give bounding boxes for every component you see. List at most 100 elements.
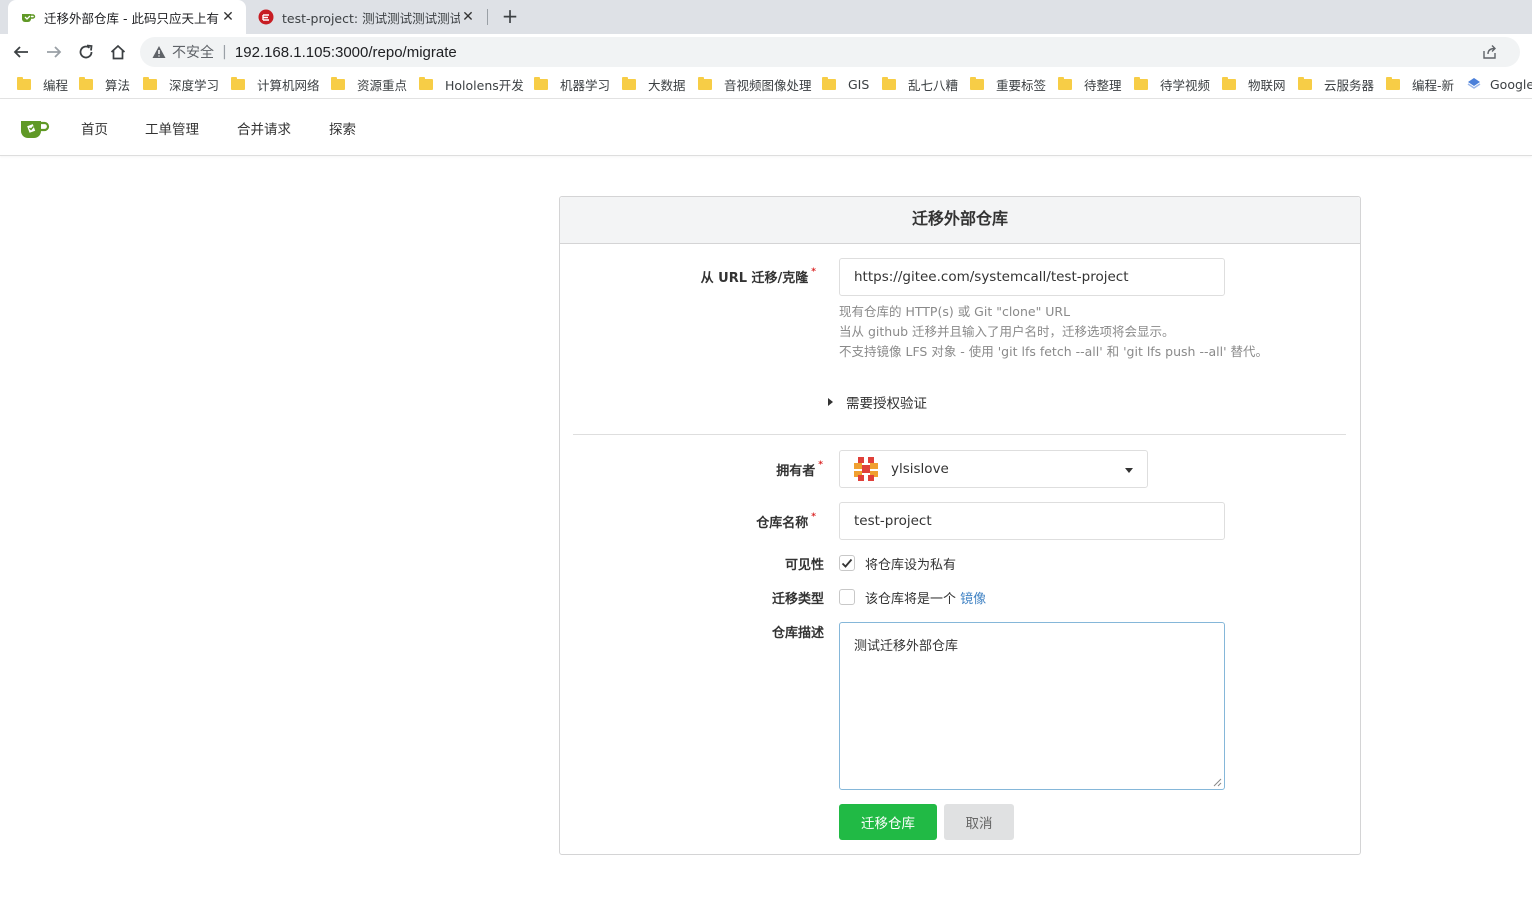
gitee-favicon-icon	[258, 9, 274, 25]
bookmark-item[interactable]: 云服务器	[1298, 75, 1374, 93]
back-button[interactable]	[10, 41, 32, 63]
bookmark-item[interactable]: 重要标签	[970, 75, 1046, 93]
bookmark-item[interactable]: 乱七八糟	[882, 75, 958, 93]
mirror-checkbox-label[interactable]: 该仓库将是一个 镜像	[865, 588, 986, 607]
owner-value: ylsislove	[891, 461, 949, 477]
bookmark-label: 大数据	[648, 77, 686, 93]
folder-icon	[231, 76, 245, 90]
dropdown-caret-icon	[1125, 468, 1133, 473]
arrow-left-icon	[13, 46, 28, 58]
close-tab-icon[interactable]: ✕	[220, 9, 236, 25]
clone-url-value: https://gitee.com/systemcall/test-projec…	[854, 269, 1129, 285]
bookmark-label: 待学视频	[1160, 77, 1211, 93]
caret-right-icon	[828, 398, 833, 406]
security-label[interactable]: 不安全	[172, 42, 214, 62]
bookmark-item[interactable]: Hololens开发	[419, 75, 524, 93]
bookmark-label: 算法	[105, 77, 131, 93]
url-text[interactable]: 192.168.1.105:3000/repo/migrate	[235, 44, 457, 61]
bookmark-item[interactable]: 编程	[17, 75, 68, 93]
owner-label: 拥有者 *	[593, 460, 823, 479]
bookmark-label: 计算机网络	[257, 77, 320, 93]
migrate-button[interactable]: 迁移仓库	[839, 804, 937, 840]
clone-url-input[interactable]: https://gitee.com/systemcall/test-projec…	[839, 258, 1225, 296]
app-navbar: 首页 工单管理 合并请求 探索	[0, 99, 1532, 156]
bookmark-item[interactable]: 大数据	[622, 75, 686, 93]
close-tab-icon[interactable]: ✕	[460, 9, 476, 25]
private-checkbox-label[interactable]: 将仓库设为私有	[865, 554, 956, 573]
tab-separator	[487, 9, 488, 25]
mirror-link[interactable]: 镜像	[960, 592, 986, 607]
bookmark-label: 深度学习	[169, 77, 220, 93]
bookmark-item[interactable]: 待学视频	[1134, 75, 1210, 93]
resize-handle-icon[interactable]	[1213, 778, 1222, 787]
help-line: 不支持镜像 LFS 对象 - 使用 'git lfs fetch --all' …	[839, 344, 1268, 359]
bookmark-item[interactable]: 编程-新	[1386, 75, 1454, 93]
bookmark-label: 重要标签	[996, 77, 1047, 93]
repo-name-value: test-project	[854, 513, 932, 529]
required-marker: *	[811, 267, 816, 277]
address-bar[interactable]: 不安全 | 192.168.1.105:3000/repo/migrate	[140, 37, 1520, 67]
bookmark-item[interactable]: 计算机网络	[231, 75, 320, 93]
reload-icon	[79, 44, 93, 59]
bookmark-item[interactable]: 深度学习	[143, 75, 219, 93]
new-tab-button[interactable]: +	[499, 5, 521, 27]
google-icon	[1467, 78, 1481, 89]
folder-icon	[698, 76, 712, 90]
bookmark-item[interactable]: 待整理	[1058, 75, 1122, 93]
bookmark-item[interactable]: 资源重点	[331, 75, 407, 93]
folder-icon	[419, 76, 433, 90]
folder-icon	[882, 76, 896, 90]
folder-icon	[1222, 76, 1236, 90]
bookmark-label: 云服务器	[1324, 77, 1375, 93]
bookmark-label: 乱七八糟	[908, 77, 959, 93]
form-title: 迁移外部仓库	[560, 197, 1360, 244]
bookmark-label: 物联网	[1248, 77, 1286, 93]
description-textarea[interactable]: 测试迁移外部仓库	[839, 622, 1225, 790]
folder-icon	[331, 76, 345, 90]
bookmark-item[interactable]: 机器学习	[534, 75, 610, 93]
tab-gitee-project[interactable]: test-project: 测试测试测试测试 ✕	[250, 0, 486, 34]
share-icon[interactable]	[1482, 44, 1498, 60]
auth-toggle[interactable]: 需要授权验证	[828, 392, 927, 412]
tab-title: 迁移外部仓库 - 此码只应天上有	[44, 10, 219, 26]
bookmark-label: 机器学习	[560, 77, 611, 93]
folder-icon	[1058, 76, 1072, 90]
auth-toggle-label: 需要授权验证	[846, 396, 927, 412]
bookmark-item[interactable]: Google	[1467, 75, 1532, 93]
bookmark-label: GIS	[848, 76, 870, 92]
nav-home[interactable]: 首页	[81, 118, 108, 138]
arrow-right-icon	[47, 46, 62, 58]
gitea-logo-icon[interactable]	[20, 117, 50, 139]
owner-label-text: 拥有者	[776, 464, 816, 479]
required-marker: *	[818, 460, 823, 470]
tab-title: test-project: 测试测试测试测试	[282, 10, 460, 26]
bookmark-item[interactable]: 音视频图像处理	[698, 75, 812, 93]
reload-button[interactable]	[75, 41, 97, 63]
forward-button[interactable]	[43, 41, 65, 63]
help-line: 当从 github 迁移并且输入了用户名时，迁移选项将会显示。	[839, 324, 1175, 339]
bookmark-label: 编程	[43, 77, 69, 93]
tab-migrate[interactable]: 迁移外部仓库 - 此码只应天上有 ✕	[8, 0, 246, 34]
gitea-favicon-icon	[22, 14, 36, 22]
bookmark-label: 待整理	[1084, 77, 1122, 93]
mirror-checkbox[interactable]	[839, 589, 855, 605]
migrate-type-label: 迁移类型	[771, 592, 824, 607]
private-checkbox[interactable]	[839, 555, 855, 571]
clone-url-help: 现有仓库的 HTTP(s) 或 Git "clone" URL 当从 githu…	[839, 302, 1268, 362]
warning-icon	[152, 46, 166, 58]
clone-url-label: 从 URL 迁移/克隆 *	[586, 267, 816, 286]
folder-icon	[17, 76, 31, 90]
cancel-button[interactable]: 取消	[944, 804, 1014, 840]
folder-icon	[622, 76, 636, 90]
owner-dropdown[interactable]: ylsislove	[839, 450, 1148, 488]
bookmark-item[interactable]: 算法	[79, 75, 130, 93]
bookmark-item[interactable]: 物联网	[1222, 75, 1286, 93]
home-button[interactable]	[107, 41, 129, 63]
nav-pull-requests[interactable]: 合并请求	[237, 118, 291, 138]
nav-issues[interactable]: 工单管理	[145, 118, 199, 138]
repo-name-input[interactable]: test-project	[839, 502, 1225, 540]
bookmarks-bar: 编程 算法 深度学习 计算机网络 资源重点 Hololens开发 机器学习 大数…	[0, 70, 1532, 99]
bookmark-item[interactable]: GIS	[822, 75, 869, 93]
nav-explore[interactable]: 探索	[329, 118, 356, 138]
bookmark-label: 音视频图像处理	[724, 77, 812, 93]
